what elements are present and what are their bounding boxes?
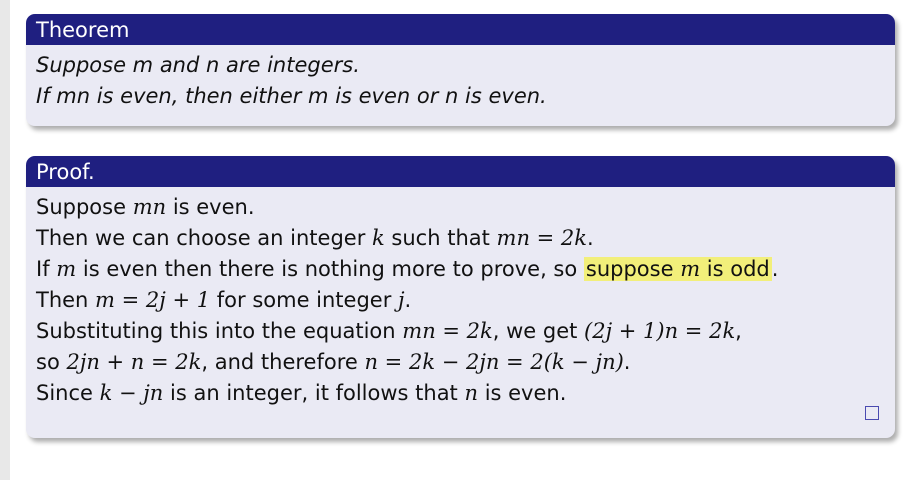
theorem-line-2: If mn is even, then either m is even or … (36, 84, 547, 108)
theorem-body: Suppose m and n are integers. If mn is e… (26, 45, 895, 112)
proof-block: Proof. Suppose mn is even. Then we can c… (26, 156, 895, 438)
slide-left-margin (0, 0, 10, 480)
math-expr: k − jn (99, 381, 164, 405)
math-expr: mn = 2k (402, 319, 493, 343)
text: . (404, 288, 412, 312)
theorem-title: Theorem (26, 14, 895, 45)
math-expr: n (464, 381, 479, 405)
text: Substituting this into the equation (36, 319, 403, 343)
text: Suppose (36, 195, 133, 219)
text: so (36, 350, 67, 374)
proof-line-5: Substituting this into the equation mn =… (36, 316, 885, 347)
math-expr: mn (132, 195, 167, 219)
proof-body: Suppose mn is even. Then we can choose a… (26, 187, 895, 409)
proof-line-2: Then we can choose an integer k such tha… (36, 223, 885, 254)
theorem-block: Theorem Suppose m and n are integers. If… (26, 14, 895, 126)
math-expr: 2jn + n = 2k (66, 350, 202, 374)
text: Since (36, 381, 100, 405)
math-expr: m = 2j + 1 (95, 288, 211, 312)
proof-line-4: Then m = 2j + 1 for some integer j. (36, 285, 885, 316)
text: is an integer, it follows that (163, 381, 465, 405)
proof-line-7: Since k − jn is an integer, it follows t… (36, 378, 885, 409)
math-expr: k (372, 226, 385, 250)
text: , (735, 319, 742, 343)
math-expr: m (680, 257, 701, 281)
math-expr: (2j + 1)n = 2k (584, 319, 736, 343)
text: Then (36, 288, 96, 312)
highlighted-phrase: suppose m is odd (583, 257, 772, 281)
proof-line-3: If m is even then there is nothing more … (36, 254, 885, 285)
text: , we get (492, 319, 585, 343)
text: for some integer (210, 288, 399, 312)
qed-square-icon (865, 406, 879, 420)
text: is even. (166, 195, 255, 219)
text: suppose (585, 257, 681, 281)
math-expr: mn = 2k (496, 226, 588, 250)
text: is even then there is nothing more to pr… (76, 257, 584, 281)
proof-line-1: Suppose mn is even. (36, 192, 885, 223)
text: is odd (700, 257, 770, 281)
text: such that (384, 226, 497, 250)
proof-title: Proof. (26, 156, 895, 187)
text: Then we can choose an integer (36, 226, 373, 250)
text: . (587, 226, 594, 250)
text: is even. (478, 381, 567, 405)
proof-line-6: so 2jn + n = 2k, and therefore n = 2k − … (36, 347, 885, 378)
math-expr: n = 2k − 2jn = 2(k − jn) (364, 350, 624, 374)
text: . (771, 257, 779, 281)
text: If (36, 257, 57, 281)
theorem-line-1: Suppose m and n are integers. (36, 53, 360, 77)
math-expr: m (56, 257, 77, 281)
text: . (623, 350, 631, 374)
text: , and therefore (201, 350, 365, 374)
